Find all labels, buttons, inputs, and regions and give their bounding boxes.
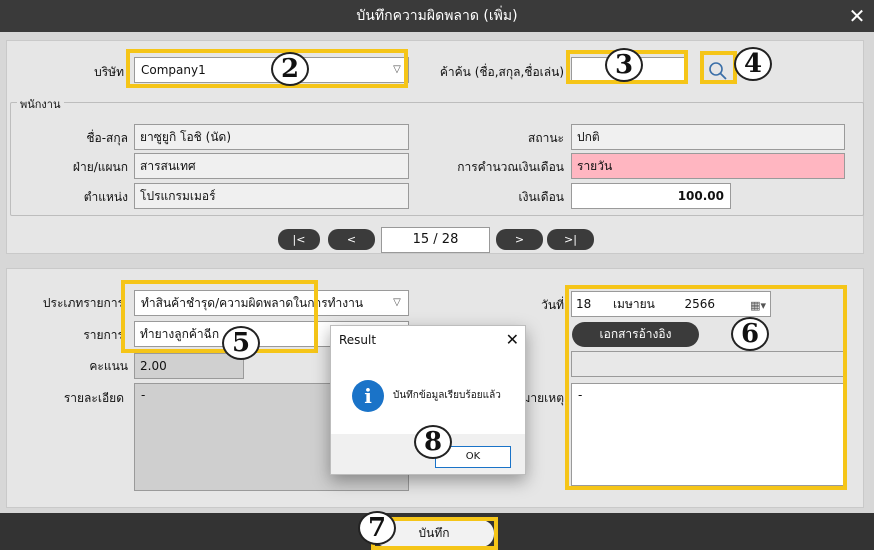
name-field: ยาซูยูกิ โอชิ (นัด) xyxy=(134,124,409,150)
step-badge-6: 6 xyxy=(731,317,769,351)
dept-field: สารสนเทศ xyxy=(134,153,409,179)
next-record-button[interactable]: > xyxy=(496,229,543,250)
title-bar: บันทึกความผิดพลาด (เพิ่ม) ✕ xyxy=(0,0,874,32)
type-value: ทำสินค้าชำรุด/ความผิดพลาดในการทำงาน xyxy=(141,296,364,310)
chevron-down-icon: ▽ xyxy=(393,297,401,308)
step-badge-5: 5 xyxy=(222,326,260,360)
close-icon[interactable]: ✕ xyxy=(506,330,519,349)
dept-label: ฝ่าย/แผนก xyxy=(72,160,128,174)
date-month: เมษายน xyxy=(612,297,655,311)
detail-label: รายละเอียด xyxy=(63,391,124,405)
remark-textarea[interactable]: - xyxy=(571,383,845,486)
position-field: โปรแกรมเมอร์ xyxy=(134,183,409,209)
calendar-icon[interactable]: ▦▾ xyxy=(750,294,766,316)
ref-doc-field xyxy=(571,351,845,377)
dialog-title: Result xyxy=(339,333,377,347)
name-label: ชื่อ-สกุล xyxy=(86,131,128,145)
score-field: 2.00 xyxy=(134,353,244,379)
company-label: บริษัท xyxy=(94,65,124,79)
chevron-down-icon: ▽ xyxy=(393,64,401,75)
type-label: ประเภทรายการ xyxy=(42,296,124,310)
close-icon[interactable]: ✕ xyxy=(846,5,868,27)
prev-record-button[interactable]: < xyxy=(328,229,375,250)
employee-group-label: พนักงาน xyxy=(17,95,64,113)
first-record-button[interactable]: |< xyxy=(278,229,320,250)
salary-calc-label: การคำนวณเงินเดือน xyxy=(457,160,564,174)
last-record-button[interactable]: >| xyxy=(547,229,594,250)
ref-doc-button[interactable]: เอกสารอ้างอิง xyxy=(572,322,699,347)
date-label: วันที่ xyxy=(541,298,564,312)
salary-field: 100.00 xyxy=(571,183,731,209)
score-label: คะแนน xyxy=(89,359,128,373)
search-icon xyxy=(709,62,727,80)
step-badge-3: 3 xyxy=(605,48,643,82)
item-label: รายการ xyxy=(83,328,124,342)
step-badge-4: 4 xyxy=(734,47,772,81)
date-picker[interactable]: 18 เมษายน 2566 ▦▾ xyxy=(571,291,771,317)
page-indicator: 15 / 28 xyxy=(381,227,490,253)
step-badge-8: 8 xyxy=(414,425,452,459)
type-select[interactable]: ทำสินค้าชำรุด/ความผิดพลาดในการทำงาน ▽ xyxy=(134,290,409,316)
step-badge-2: 2 xyxy=(271,52,309,86)
status-field: ปกติ xyxy=(571,124,845,150)
search-button[interactable] xyxy=(705,57,731,83)
date-year: 2566 xyxy=(684,297,716,311)
step-badge-7: 7 xyxy=(358,511,396,545)
company-value: Company1 xyxy=(141,63,206,77)
search-label: ค้าค้น (ชื่อ,สกุล,ชื่อเล่น) xyxy=(439,65,564,79)
info-icon: i xyxy=(352,380,384,412)
window-title: บันทึกความผิดพลาด (เพิ่ม) xyxy=(356,8,518,24)
status-label: สถานะ xyxy=(528,131,564,145)
position-label: ตำแหน่ง xyxy=(83,190,128,204)
dialog-message: บันทึกข้อมูลเรียบร้อยแล้ว xyxy=(393,390,501,401)
salary-calc-field: รายวัน xyxy=(571,153,845,179)
dialog-body: i บันทึกข้อมูลเรียบร้อยแล้ว xyxy=(331,356,525,434)
salary-label: เงินเดือน xyxy=(518,190,564,204)
date-day: 18 xyxy=(576,297,592,311)
